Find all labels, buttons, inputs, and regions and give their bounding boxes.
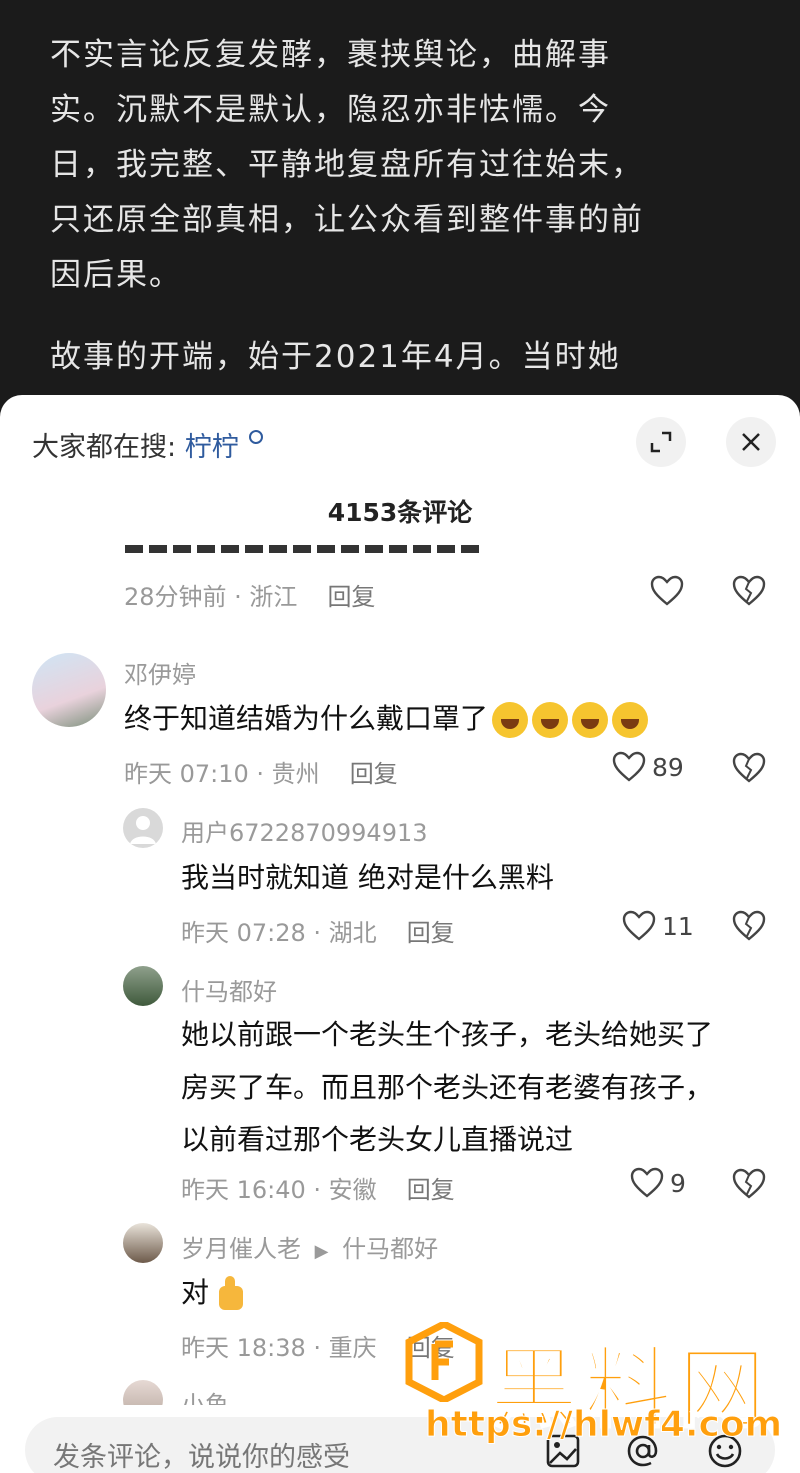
like-count: 9 [670, 1168, 686, 1198]
commenter-name[interactable]: 什马都好 [181, 972, 277, 1007]
broken-heart-icon[interactable] [732, 752, 766, 784]
comment-meta: 昨天 07:10 · 贵州 回复 [124, 754, 398, 789]
commenter-name[interactable]: 用户6722870994913 [181, 813, 428, 848]
reply-arrow-icon: ▶ [314, 1241, 329, 1262]
comment-text-line-3: 以前看过那个老头女儿直播说过 [181, 1123, 574, 1156]
broken-heart-icon[interactable] [732, 575, 766, 607]
comment-text: 我当时就知道 绝对是什么黑料 [181, 861, 554, 894]
search-keyword[interactable]: 柠柠 [185, 432, 239, 463]
comment-meta: 昨天 16:40 · 安徽 回复 [181, 1170, 455, 1205]
watermark: 黑料网 https://hlwf4.com [405, 1318, 785, 1448]
laugh-cry-emoji-icon [532, 702, 569, 738]
truncated-comment-text [125, 545, 485, 553]
like-button[interactable]: 9 [630, 1167, 686, 1199]
reply-button[interactable]: 回复 [407, 919, 455, 947]
comment-time-location: 28分钟前 · 浙江 [124, 583, 298, 611]
commenter-name[interactable]: 岁月催人老 [181, 1235, 301, 1263]
reply-target-name[interactable]: 什马都好 [342, 1235, 438, 1263]
article-body: 不实言论反复发酵，裹挟舆论，曲解事实。沉默不是默认，隐忍亦非怯懦。今日，我完整、… [0, 0, 800, 420]
comment-time-location: 昨天 16:40 · 安徽 [181, 1176, 377, 1204]
close-button[interactable] [726, 417, 776, 467]
like-count: 11 [662, 911, 694, 941]
avatar[interactable] [123, 966, 163, 1006]
like-count: 89 [652, 752, 684, 782]
comment-sheet: 大家都在搜: 柠柠 4153条评论 28分钟前 · 浙江 回复 邓伊婷 终于知道结… [0, 395, 800, 1473]
like-button[interactable]: 89 [612, 751, 684, 783]
comment-text-content: 对 [181, 1276, 210, 1309]
user-icon [130, 816, 156, 844]
reply-button[interactable]: 回复 [327, 583, 375, 611]
comment-count: 4153条评论 [327, 498, 473, 527]
comment-meta: 昨天 07:28 · 湖北 回复 [181, 913, 455, 948]
watermark-url: https://hlwf4.com [424, 1404, 783, 1446]
laugh-cry-emoji-icon [492, 702, 529, 738]
comment-input-placeholder: 发条评论，说说你的感受 [53, 1442, 350, 1473]
reply-button[interactable]: 回复 [350, 760, 398, 788]
heart-icon[interactable] [650, 575, 684, 607]
article-paragraph-2: 故事的开端，始于2021年4月。当时她 [50, 339, 621, 375]
reply-button[interactable]: 回复 [407, 1176, 455, 1204]
thumbs-up-emoji-icon [213, 1276, 245, 1312]
search-prefix: 大家都在搜: [32, 432, 177, 463]
default-avatar[interactable] [123, 808, 163, 848]
comment-text-content: 终于知道结婚为什么戴口罩了 [124, 702, 489, 735]
comment-time-location: 昨天 07:28 · 湖北 [181, 919, 377, 947]
like-button[interactable]: 11 [622, 910, 694, 942]
comment-text: 终于知道结婚为什么戴口罩了 [124, 693, 649, 745]
comment-time-location: 昨天 07:10 · 贵州 [124, 760, 320, 788]
comment-text-line-1: 她以前跟一个老头生个孩子，老头给她买了 [181, 1018, 714, 1051]
laugh-cry-emoji-icon [572, 702, 609, 738]
heart-icon [630, 1167, 664, 1198]
heart-icon [612, 751, 646, 782]
broken-heart-icon[interactable] [732, 910, 766, 942]
broken-heart-icon[interactable] [732, 1168, 766, 1200]
watermark-logo-icon [405, 1322, 483, 1402]
trending-search[interactable]: 大家都在搜: 柠柠 [32, 425, 264, 464]
avatar[interactable] [123, 1223, 163, 1263]
comment-text-line-2: 房买了车。而且那个老头还有老婆有孩子， [181, 1071, 714, 1104]
comment-text: 对 [181, 1267, 245, 1319]
expand-button[interactable] [636, 417, 686, 467]
heart-icon [622, 910, 656, 941]
close-icon [742, 433, 760, 451]
laugh-cry-emoji-icon [612, 702, 649, 738]
comment-time-location: 昨天 18:38 · 重庆 [181, 1334, 377, 1362]
reply-header: 岁月催人老 ▶ 什马都好 [181, 1229, 438, 1264]
search-icon [249, 430, 264, 444]
avatar[interactable] [32, 653, 106, 727]
comment-meta: 28分钟前 · 浙江 回复 [124, 577, 375, 612]
expand-icon [650, 431, 672, 453]
commenter-name[interactable]: 邓伊婷 [124, 655, 196, 690]
article-paragraph-1: 不实言论反复发酵，裹挟舆论，曲解事实。沉默不是默认，隐忍亦非怯懦。今日，我完整、… [50, 37, 644, 293]
